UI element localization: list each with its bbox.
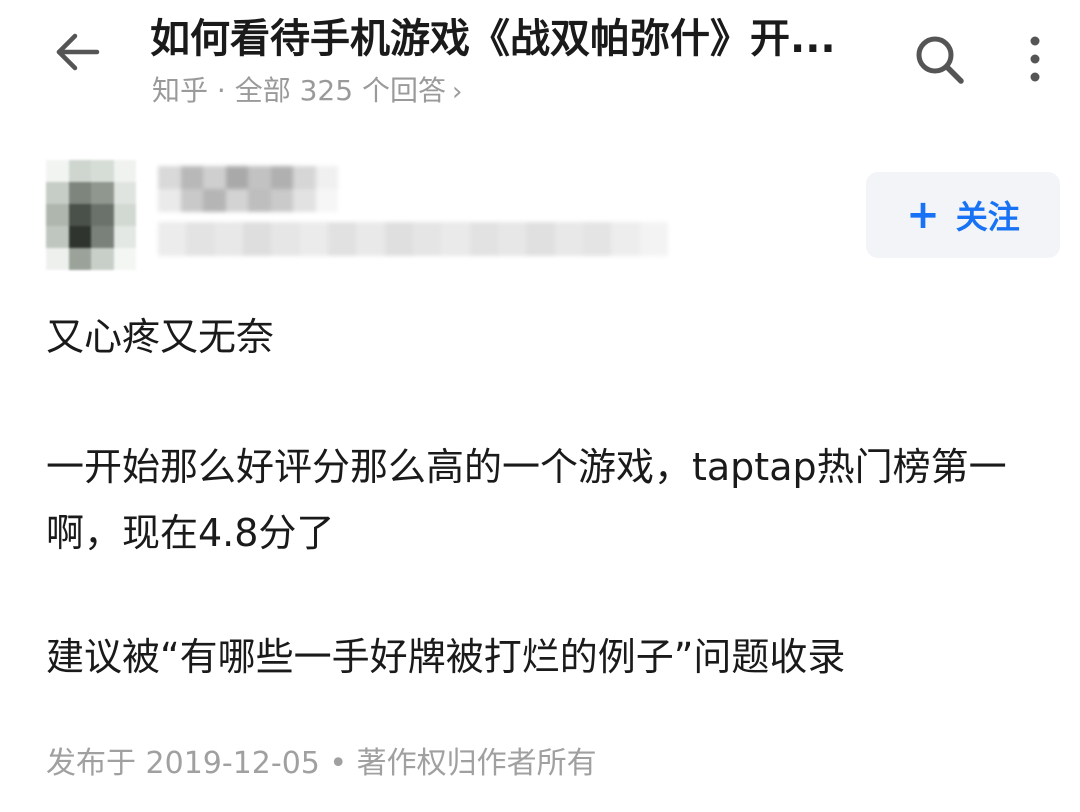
answer-paragraph: 一开始那么好评分那么高的一个游戏，taptap热门榜第一啊，现在4.8分了 (46, 445, 1007, 555)
back-arrow-icon (56, 33, 100, 71)
more-vertical-icon (1030, 36, 1040, 82)
back-button[interactable] (48, 22, 108, 82)
plus-icon: + (906, 192, 940, 238)
chevron-right-icon: › (451, 77, 463, 107)
follow-label: 关注 (955, 198, 1020, 236)
answers-count-text: 知乎 · 全部 325 个回答 (152, 74, 446, 107)
more-options-button[interactable] (1010, 28, 1060, 90)
author-name[interactable] (158, 166, 338, 212)
author-avatar[interactable] (46, 160, 136, 270)
answer-paragraph: 又心疼又无奈 (46, 315, 275, 359)
question-title[interactable]: 如何看待手机游戏《战双帕弥什》开... (150, 14, 890, 64)
publish-info: 发布于 2019-12-05 • 著作权归作者所有 (46, 746, 597, 781)
search-icon (916, 36, 964, 84)
author-bio (158, 222, 668, 256)
top-bar: 如何看待手机游戏《战双帕弥什》开... 知乎 · 全部 325 个回答 › (0, 0, 1080, 130)
answer-paragraph: 建议被“有哪些一手好牌被打烂的例子”问题收录 (46, 635, 846, 679)
answers-count-link[interactable]: 知乎 · 全部 325 个回答 › (152, 72, 462, 111)
search-button[interactable] (908, 28, 970, 90)
follow-button[interactable]: + 关注 (866, 172, 1060, 258)
